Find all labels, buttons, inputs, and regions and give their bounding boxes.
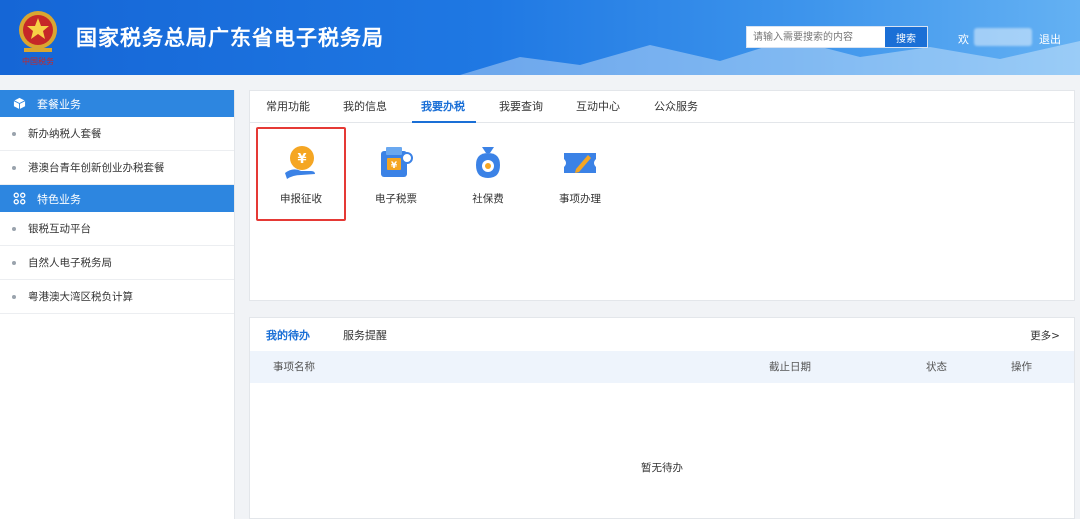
svg-text:¥: ¥: [391, 161, 398, 171]
column-header-name: 事项名称: [273, 361, 315, 373]
tab-my-todo[interactable]: 我的待办: [266, 327, 310, 343]
logout-link[interactable]: 退出: [1039, 31, 1061, 47]
sidebar-item-bank-tax[interactable]: 银税互动平台: [0, 212, 234, 246]
sidebar-item-greater-bay[interactable]: 粤港澳大湾区税负计算: [0, 280, 234, 314]
bullet-icon: [12, 294, 16, 299]
sidebar-category-package[interactable]: 套餐业务: [0, 90, 234, 117]
todo-panel: 我的待办 服务提醒 更多> 事项名称 截止日期 状态 操作 暂无待办: [249, 317, 1075, 519]
func-e-tax-ticket[interactable]: ¥ 电子税票: [356, 143, 436, 206]
svg-text:¥: ¥: [297, 152, 306, 167]
column-header-deadline: 截止日期: [769, 361, 811, 373]
grid-icon: [12, 192, 26, 206]
func-label: 社保费: [472, 193, 504, 205]
site-title: 国家税务总局广东省电子税务局: [76, 26, 384, 50]
cube-icon: [12, 97, 26, 111]
sidebar-item-label: 新办纳税人套餐: [28, 128, 102, 140]
sidebar-category-label: 套餐业务: [37, 97, 81, 111]
more-link[interactable]: 更多>: [1030, 328, 1060, 343]
todo-table-header: 事项名称 截止日期 状态 操作: [250, 351, 1074, 383]
search-input[interactable]: [747, 27, 885, 47]
bullet-icon: [12, 226, 16, 231]
empty-state-text: 暂无待办: [641, 462, 683, 474]
func-social-security[interactable]: 社保费: [448, 143, 528, 206]
main-tabs: 常用功能 我的信息 我要办税 我要查询 互动中心 公众服务: [250, 91, 1074, 123]
sidebar: 套餐业务 新办纳税人套餐 港澳台青年创新创业办税套餐 特色业务 银税互动平台 自…: [0, 90, 235, 519]
e-tax-ticket-icon: ¥: [381, 147, 413, 177]
column-header-action: 操作: [1011, 361, 1032, 373]
func-label: 电子税票: [375, 193, 417, 205]
social-security-icon: [476, 147, 500, 178]
national-emblem-icon: 中国税务: [19, 11, 57, 66]
bullet-icon: [12, 131, 16, 136]
sidebar-category-label: 特色业务: [37, 192, 81, 206]
tab-query[interactable]: 我要查询: [499, 91, 543, 123]
search-button[interactable]: 搜索: [885, 27, 927, 47]
user-name-blurred: [974, 28, 1032, 46]
sidebar-item-label: 自然人电子税务局: [28, 257, 112, 269]
tab-public-service[interactable]: 公众服务: [654, 91, 698, 123]
function-panel: 常用功能 我的信息 我要办税 我要查询 互动中心 公众服务 ¥ 申报征收 ¥ 电…: [249, 90, 1075, 301]
header-bar: 中国税务 国家税务总局广东省电子税务局 搜索 欢 退出: [0, 0, 1080, 75]
active-tab-indicator: [412, 121, 476, 123]
declare-tax-icon: ¥: [285, 146, 315, 179]
sidebar-item-label: 银税互动平台: [28, 223, 91, 235]
svg-text:中国税务: 中国税务: [22, 56, 54, 66]
func-label: 事项办理: [559, 193, 601, 205]
bullet-icon: [12, 165, 16, 170]
sidebar-item-new-taxpayer[interactable]: 新办纳税人套餐: [0, 117, 234, 151]
tab-common[interactable]: 常用功能: [266, 91, 310, 123]
tab-tax-handling[interactable]: 我要办税: [421, 91, 465, 123]
func-declare-tax[interactable]: ¥ 申报征收: [261, 143, 341, 206]
bullet-icon: [12, 260, 16, 265]
sidebar-item-label: 粤港澳大湾区税负计算: [28, 291, 133, 303]
welcome-text: 欢: [958, 33, 969, 46]
func-label: 申报征收: [280, 193, 322, 205]
tab-interaction[interactable]: 互动中心: [576, 91, 620, 123]
func-matter-handling[interactable]: 事项办理: [540, 143, 620, 206]
sidebar-item-label: 港澳台青年创新创业办税套餐: [28, 162, 165, 174]
matter-handling-icon: [564, 153, 596, 173]
sidebar-item-hk-macao-youth[interactable]: 港澳台青年创新创业办税套餐: [0, 151, 234, 185]
column-header-status: 状态: [926, 361, 947, 373]
search-box: 搜索: [746, 26, 928, 48]
tab-my-info[interactable]: 我的信息: [343, 91, 387, 123]
sidebar-category-special[interactable]: 特色业务: [0, 185, 234, 212]
sidebar-item-natural-person[interactable]: 自然人电子税务局: [0, 246, 234, 280]
tab-service-reminder[interactable]: 服务提醒: [343, 327, 387, 343]
